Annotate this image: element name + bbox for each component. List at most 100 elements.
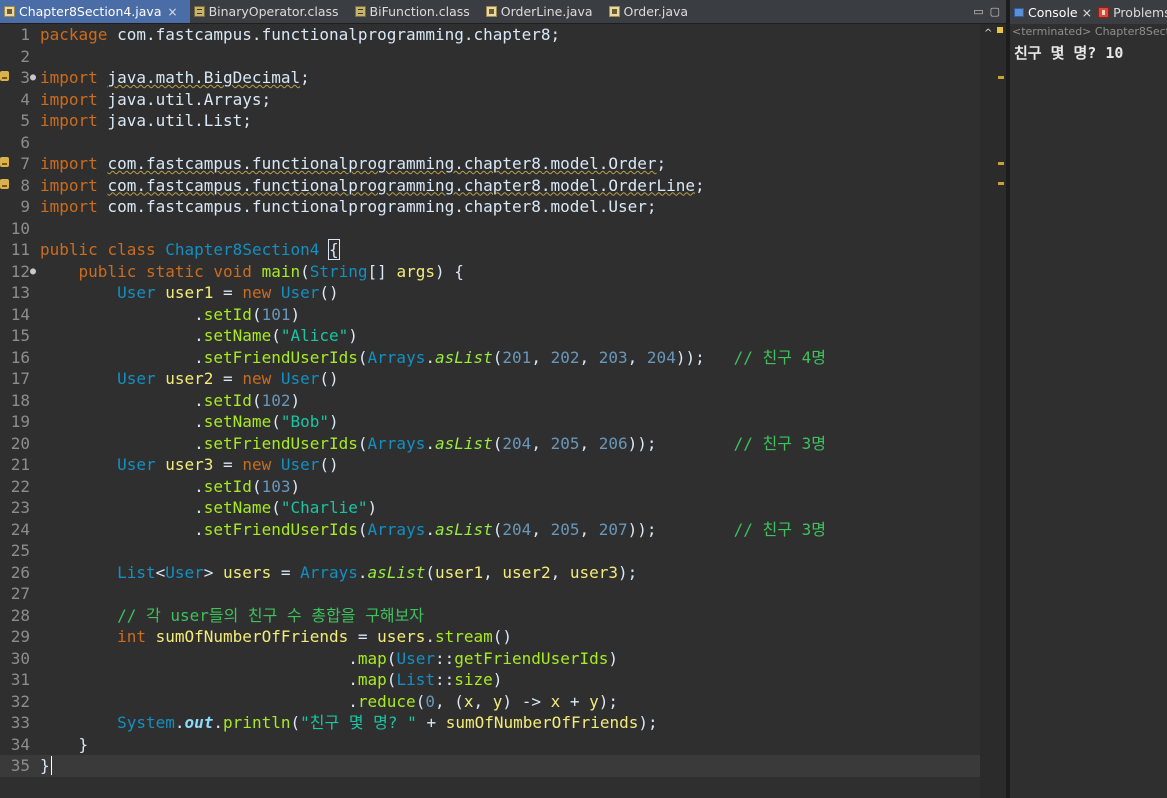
line-number: 13 <box>10 283 30 302</box>
code-token: + <box>416 713 446 732</box>
code-line[interactable]: 24 .setFriendUserIds(Arrays.asList(204, … <box>0 519 980 541</box>
code-line[interactable]: 31 .map(List::size) <box>0 669 980 691</box>
fold-toggle-icon[interactable]: ● <box>30 67 36 89</box>
code-line[interactable]: 25 <box>0 540 980 562</box>
code-line[interactable]: 3 ● import java.math.BigDecimal; <box>0 67 980 89</box>
tab-console[interactable]: Console × <box>1014 5 1092 20</box>
code-token: void <box>213 261 252 281</box>
code-line[interactable]: 26 List<User> users = Arrays.asList(user… <box>0 562 980 584</box>
line-number: 28 <box>10 605 30 625</box>
fold-toggle-icon[interactable]: ● <box>30 261 36 283</box>
code-token: , ( <box>434 691 464 711</box>
code-line[interactable]: 12 ● public static void main(String[] arg… <box>0 261 980 283</box>
code-line[interactable]: 35} <box>0 755 980 777</box>
editor-tab[interactable]: OrderLine.java <box>482 0 605 23</box>
code-line[interactable]: 23 .setName("Charlie") <box>0 497 980 519</box>
code-text: .setName("Bob") <box>40 411 339 433</box>
code-line[interactable]: 34 } <box>0 734 980 756</box>
code-line[interactable]: 30 .map(User::getFriendUserIds) <box>0 648 980 670</box>
code-token: , <box>579 519 599 539</box>
code-line[interactable]: 11 public class Chapter8Section4 { <box>0 239 980 261</box>
collapse-up-icon[interactable]: ^ <box>984 28 992 39</box>
overview-ruler[interactable]: ^ <box>980 24 1006 798</box>
code-token: User <box>117 369 156 388</box>
code-line[interactable]: 13 User user1 = new User() <box>0 282 980 304</box>
code-token: 205 <box>550 433 580 453</box>
code-line[interactable]: 6 <box>0 132 980 154</box>
code-text: .setFriendUserIds(Arrays.asList(204, 205… <box>40 433 826 455</box>
warning-ruler-mark[interactable] <box>998 76 1004 79</box>
code-token: y <box>589 691 599 711</box>
code-line[interactable]: 33 System.out.println("친구 몇 명? " + sumOf… <box>0 712 980 734</box>
code-line[interactable]: 29 int sumOfNumberOfFriends = users.stre… <box>0 626 980 648</box>
code-token: ( <box>290 713 301 732</box>
maximize-icon[interactable]: ▢ <box>990 5 1000 18</box>
code-line[interactable]: 10 <box>0 218 980 240</box>
code-token: ( <box>386 648 397 668</box>
code-line[interactable]: 5 import java.util.List; <box>0 110 980 132</box>
editor-tab[interactable]: BiFunction.class <box>351 0 482 23</box>
code-line[interactable]: 21 User user3 = new User() <box>0 454 980 476</box>
code-editor[interactable]: 1 package com.fastcampus.functionalprogra… <box>0 24 980 798</box>
code-line[interactable]: 2 <box>0 46 980 68</box>
code-token: setFriendUserIds <box>203 519 358 539</box>
code-line[interactable]: 17 User user2 = new User() <box>0 368 980 390</box>
code-line[interactable]: 4 import java.util.Arrays; <box>0 89 980 111</box>
code-token: ( <box>357 433 368 453</box>
warning-ruler-mark[interactable] <box>998 162 1004 165</box>
line-number: 2 <box>20 46 30 66</box>
warning-marker-icon[interactable] <box>0 71 9 83</box>
code-line[interactable]: 18 .setId(102) <box>0 390 980 412</box>
line-number: 11 <box>10 240 30 259</box>
code-line[interactable]: 1 package com.fastcampus.functionalprogra… <box>0 24 980 46</box>
text-cursor <box>50 756 52 775</box>
code-line[interactable]: 7 import com.fastcampus.functionalprogram… <box>0 153 980 175</box>
tab-problems[interactable]: Problems <box>1098 5 1167 20</box>
line-number: 9 <box>20 197 30 216</box>
code-line[interactable]: 20 .setFriendUserIds(Arrays.asList(204, … <box>0 433 980 455</box>
code-token: . <box>40 326 204 345</box>
code-token: Arrays <box>367 347 426 367</box>
code-text: .setName("Charlie") <box>40 497 377 519</box>
code-token: , <box>531 519 551 539</box>
code-token: () <box>319 283 339 302</box>
code-line[interactable]: 16 .setFriendUserIds(Arrays.asList(201, … <box>0 347 980 369</box>
code-line[interactable]: 9 import com.fastcampus.functionalprogram… <box>0 196 980 218</box>
console-output[interactable]: 친구 몇 명? 10 <box>1014 42 1123 63</box>
editor-tab[interactable]: Order.java <box>605 0 701 23</box>
code-token: import <box>40 111 98 130</box>
code-line[interactable]: 27 <box>0 583 980 605</box>
code-token: out <box>184 713 214 732</box>
code-token: "Charlie" <box>280 498 368 517</box>
code-text: .setName("Alice") <box>40 325 358 347</box>
warning-ruler-mark[interactable] <box>998 182 1004 185</box>
code-line[interactable]: 14 .setId(101) <box>0 304 980 326</box>
code-line[interactable]: 19 .setName("Bob") <box>0 411 980 433</box>
code-token: . <box>40 670 358 689</box>
code-line[interactable]: 22 .setId(103) <box>0 476 980 498</box>
code-token: x <box>550 691 561 711</box>
code-token: 201 <box>502 347 532 367</box>
code-text: .map(User::getFriendUserIds) <box>40 648 618 670</box>
editor-tab[interactable]: Chapter8Section4.java × <box>0 0 190 23</box>
code-text: System.out.println("친구 몇 명? " + sumOfNum… <box>40 712 658 734</box>
warning-marker-icon[interactable] <box>0 157 9 169</box>
editor-tab[interactable]: BinaryOperator.class <box>190 0 351 23</box>
minimize-icon[interactable]: ▭ <box>973 5 983 18</box>
code-token: asList <box>434 519 493 539</box>
code-token: user1 <box>434 562 484 582</box>
warning-marker-icon[interactable] <box>0 178 9 191</box>
close-icon[interactable]: × <box>168 5 178 19</box>
code-line[interactable]: 32 .reduce(0, (x, y) -> x + y); <box>0 691 980 713</box>
code-token: class <box>107 240 156 259</box>
code-line[interactable]: 8 import com.fastcampus.functionalprogram… <box>0 175 980 197</box>
code-token: ); <box>638 713 658 732</box>
code-token: asList <box>434 433 493 453</box>
code-line[interactable]: 15 .setName("Alice") <box>0 325 980 347</box>
close-icon[interactable]: × <box>1082 5 1092 20</box>
warning-summary-icon[interactable] <box>997 27 1003 33</box>
code-token: () <box>319 369 339 388</box>
code-line[interactable]: 28 // 각 user들의 친구 수 총합을 구해보자 <box>0 605 980 627</box>
